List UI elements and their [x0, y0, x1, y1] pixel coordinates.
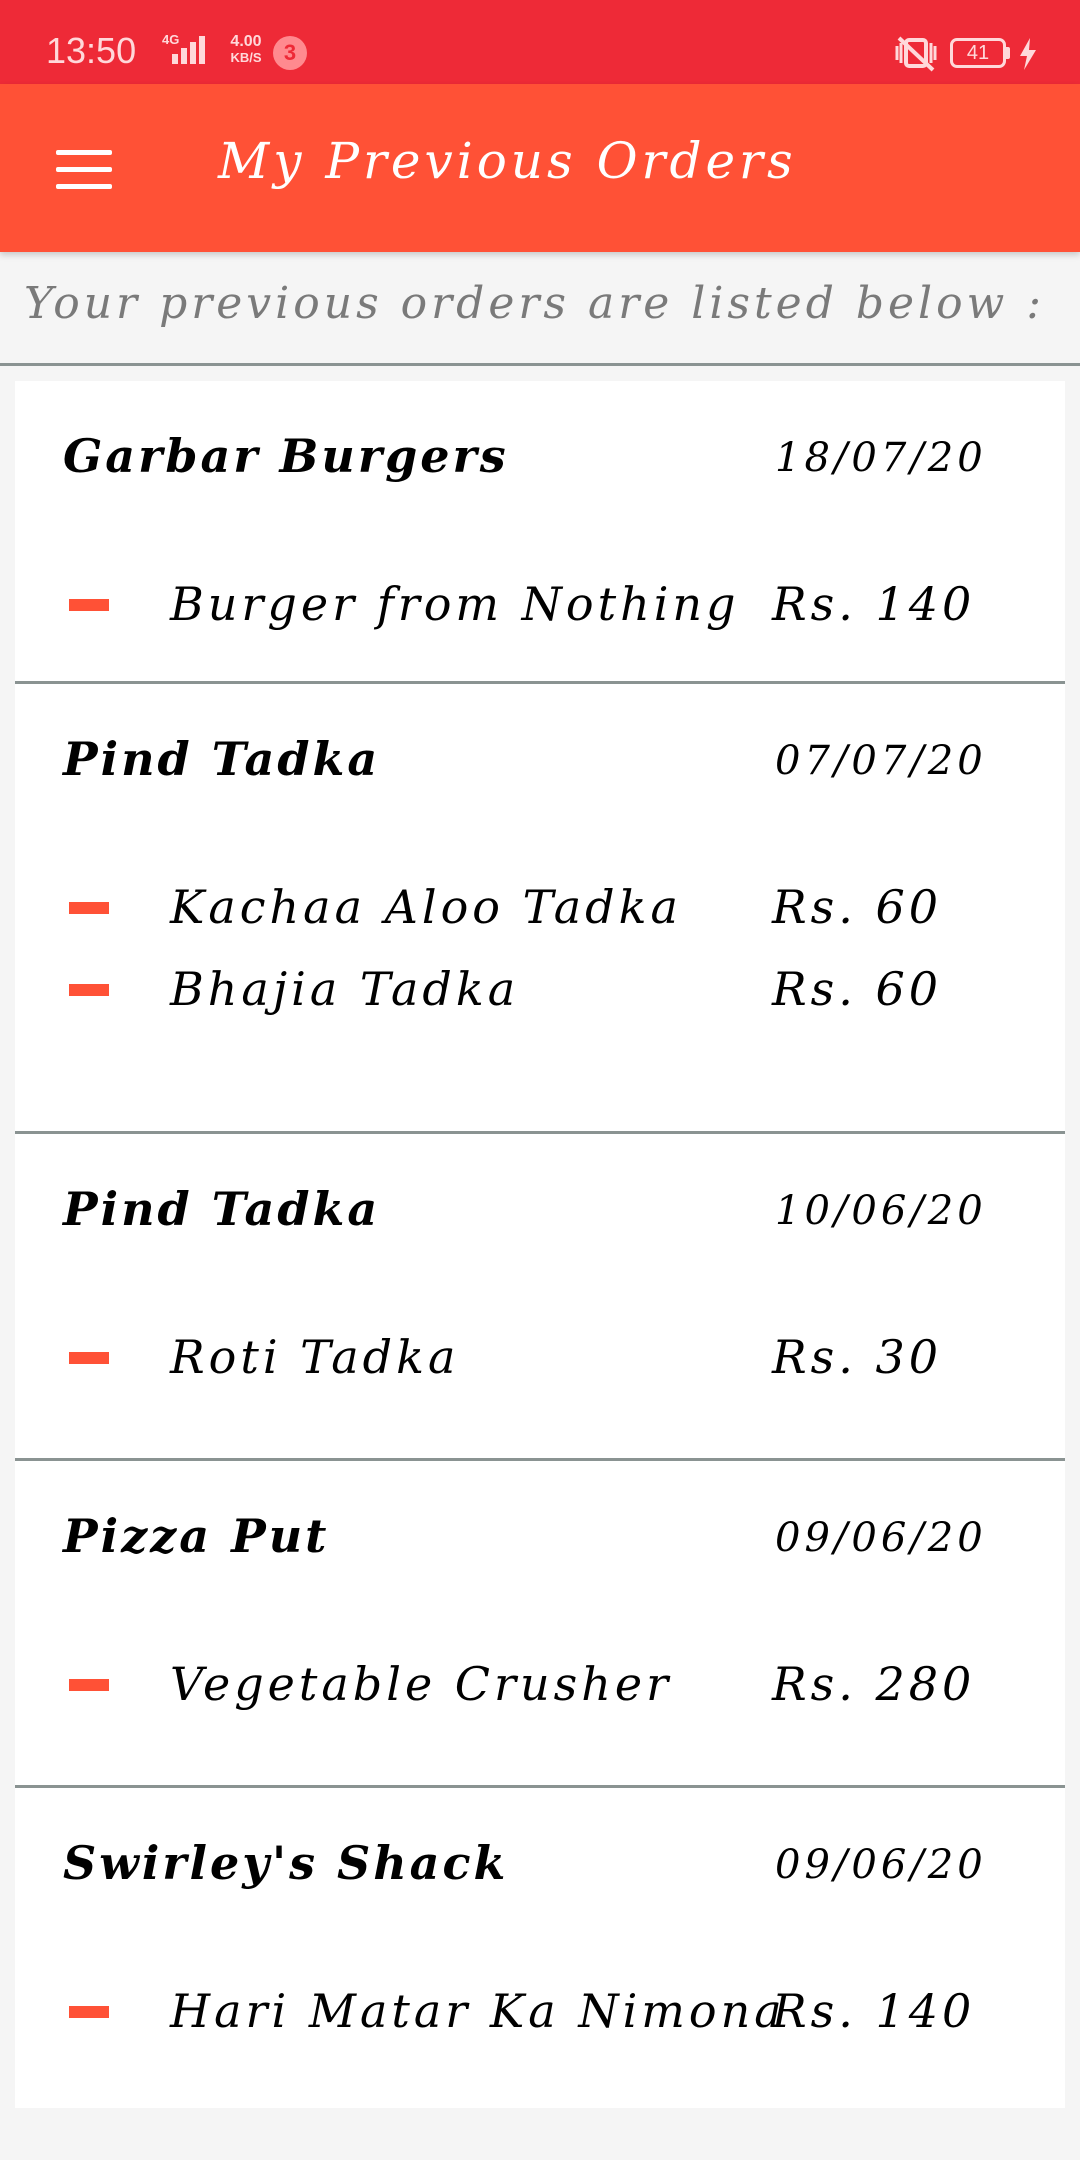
item-price: Rs. 30 — [772, 1330, 943, 1384]
dash-icon — [69, 599, 109, 611]
item-price: Rs. 140 — [772, 577, 976, 631]
dash-icon — [69, 2006, 109, 2018]
order-date: 09/06/20 — [775, 1842, 987, 1888]
battery-tip — [1006, 47, 1010, 59]
order-card: Garbar Burgers 18/07/20 Burger from Noth… — [15, 381, 1065, 684]
order-item: Vegetable Crusher Rs. 280 — [15, 1621, 1065, 1785]
hamburger-menu-icon[interactable] — [48, 140, 120, 200]
item-name: Hari Matar Ka Nimona — [170, 1984, 786, 2038]
vibrate-off-icon — [895, 36, 937, 72]
order-item: Bhajia Tadka Rs. 60 — [15, 962, 1065, 1131]
dash-icon — [69, 1679, 109, 1691]
divider — [0, 363, 1080, 366]
order-date: 07/07/20 — [775, 738, 987, 784]
item-name: Burger from Nothing — [170, 577, 740, 631]
order-item: Roti Tadka Rs. 30 — [15, 1294, 1065, 1458]
subheading: Your previous orders are listed below : — [24, 278, 1046, 329]
restaurant-name: Garbar Burgers — [63, 429, 509, 483]
status-bar: 13:50 4G 4.00 KB/S 3 41 — [0, 0, 1080, 84]
item-price: Rs. 60 — [772, 880, 943, 934]
dash-icon — [69, 1352, 109, 1364]
restaurant-name: Swirley's Shack — [63, 1836, 509, 1890]
order-item: Hari Matar Ka Nimona Rs. 140 — [15, 1948, 1065, 2108]
notification-count-badge: 3 — [273, 36, 307, 70]
order-card: Pind Tadka 07/07/20 Kachaa Aloo Tadka Rs… — [15, 684, 1065, 1134]
order-item: Burger from Nothing Rs. 140 — [15, 541, 1065, 681]
restaurant-name: Pizza Put — [63, 1509, 330, 1563]
restaurant-name: Pind Tadka — [63, 732, 381, 786]
item-name: Vegetable Crusher — [170, 1657, 673, 1711]
network-speed: 4.00 KB/S — [230, 33, 262, 66]
item-price: Rs. 280 — [772, 1657, 976, 1711]
item-name: Bhajia Tadka — [170, 962, 520, 1016]
order-card: Pizza Put 09/06/20 Vegetable Crusher Rs.… — [15, 1461, 1065, 1788]
item-price: Rs. 140 — [772, 1984, 976, 2038]
svg-text:4G: 4G — [162, 32, 179, 47]
order-date: 18/07/20 — [775, 435, 987, 481]
order-card: Swirley's Shack 09/06/20 Hari Matar Ka N… — [15, 1788, 1065, 2108]
page-title: My Previous Orders — [218, 132, 797, 190]
dash-icon — [69, 984, 109, 996]
app-bar: My Previous Orders — [0, 84, 1080, 252]
item-name: Kachaa Aloo Tadka — [170, 880, 682, 934]
order-item: Kachaa Aloo Tadka Rs. 60 — [15, 844, 1065, 968]
signal-icon: 4G — [162, 32, 205, 64]
restaurant-name: Pind Tadka — [63, 1182, 381, 1236]
item-price: Rs. 60 — [772, 962, 943, 1016]
order-card: Pind Tadka 10/06/20 Roti Tadka Rs. 30 — [15, 1134, 1065, 1461]
charging-bolt-icon — [1020, 38, 1036, 70]
dash-icon — [69, 902, 109, 914]
status-time: 13:50 — [46, 30, 137, 71]
battery-indicator: 41 — [950, 38, 1006, 68]
order-date: 09/06/20 — [775, 1515, 987, 1561]
order-date: 10/06/20 — [775, 1188, 987, 1234]
orders-list: Garbar Burgers 18/07/20 Burger from Noth… — [15, 381, 1065, 2108]
item-name: Roti Tadka — [170, 1330, 460, 1384]
